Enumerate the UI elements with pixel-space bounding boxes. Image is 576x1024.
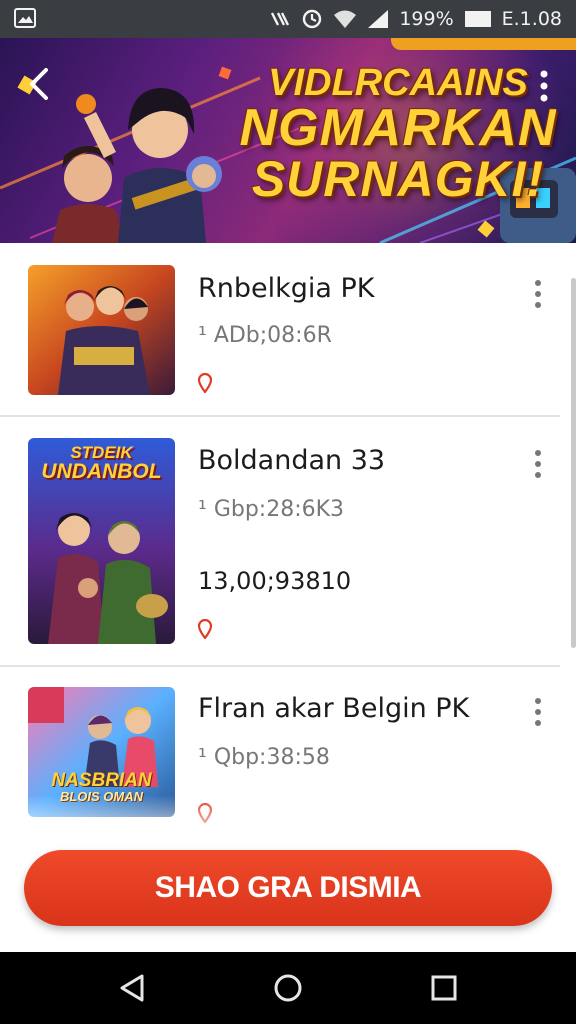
item-meta: ¹ Qbp:38:58 (198, 745, 330, 770)
item-meta: ¹ ADb;08:6R (198, 323, 332, 348)
item-title: Flran akar Belgin PK (198, 693, 470, 724)
game-thumbnail (28, 265, 175, 395)
item-title: Boldandan 33 (198, 445, 386, 476)
banner-title-line-1: VIDLRCAAINS (268, 62, 528, 104)
list-item[interactable]: Rnbelkgia PK ¹ ADb;08:6R (0, 243, 576, 415)
item-count: 13,00;93810 (198, 567, 352, 595)
status-bar: 199% E.1.08 (0, 0, 576, 38)
banner-accent-tab (391, 38, 576, 50)
banner-title-line-3: SURNAGKI! (251, 151, 545, 207)
back-icon[interactable] (112, 968, 152, 1008)
gallery-icon (14, 8, 36, 28)
location-pin-icon (198, 619, 212, 639)
home-icon[interactable] (268, 968, 308, 1008)
nfc-icon (269, 8, 291, 30)
banner-title: VIDLRCAAINS NGMARKAN SURNAGKI! (228, 64, 568, 204)
scrollbar[interactable] (571, 278, 576, 648)
location-pin-icon (198, 373, 212, 393)
battery-icon (464, 8, 492, 30)
thumbnail-title-line-2: UNDANBOL (41, 460, 162, 483)
item-meta: ¹ Gbp:28:6K3 (198, 497, 345, 522)
overflow-menu-icon[interactable] (534, 66, 554, 106)
back-arrow-icon[interactable] (22, 62, 62, 106)
navigation-bar (0, 952, 576, 1024)
clock: E.1.08 (501, 8, 562, 30)
data-saver-icon (301, 8, 323, 30)
item-overflow-menu-icon[interactable] (528, 695, 548, 729)
primary-action-button[interactable]: SHAO GRA DISMIA (24, 850, 552, 926)
item-overflow-menu-icon[interactable] (528, 447, 548, 481)
signal-icon (367, 8, 389, 30)
thumbnail-art (28, 265, 175, 395)
wifi-icon (333, 8, 357, 30)
hero-banner: VIDLRCAAINS NGMARKAN SURNAGKI! (0, 38, 576, 243)
thumbnail-title-line-1: STDEIK (70, 443, 133, 462)
banner-title-line-2: NGMARKAN (239, 99, 557, 157)
thumbnail-title-line-1: NASBRIAN (51, 770, 152, 791)
battery-percent: 199% (399, 8, 454, 30)
recents-icon[interactable] (424, 968, 464, 1008)
list-item[interactable]: STDEIK UNDANBOL Boldandan 33 ¹ Gbp:28:6K… (0, 417, 576, 665)
item-title: Rnbelkgia PK (198, 273, 375, 304)
item-overflow-menu-icon[interactable] (528, 277, 548, 311)
list-fade (0, 795, 576, 845)
game-thumbnail: STDEIK UNDANBOL (28, 438, 175, 644)
